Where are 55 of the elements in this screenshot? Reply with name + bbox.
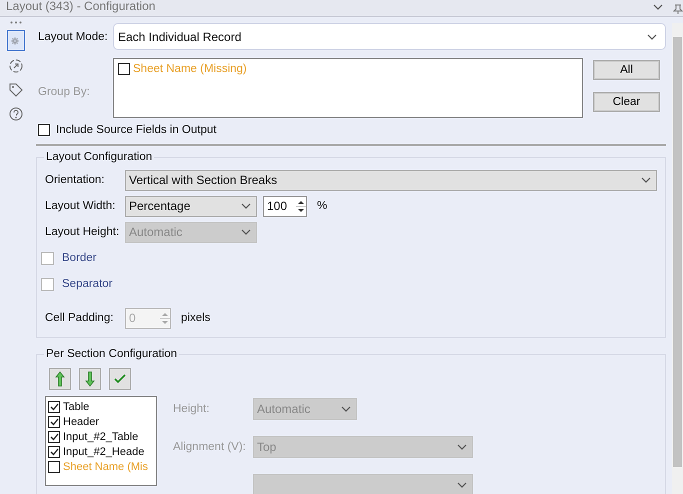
field-label: Layout Mode: [37,30,109,42]
field-label: Group By: [37,86,91,98]
field-label: Layout Height: [45,226,120,238]
checkbox[interactable] [48,430,60,442]
caret-icon [241,229,251,235]
dropdown[interactable]: Percentage [125,196,257,216]
window-title: Layout (343) - Configuration [6,0,156,13]
sidebar-tab[interactable] [7,105,25,123]
number-field[interactable]: 100 [263,196,307,216]
tag-icon [9,83,23,97]
checkbox-label: Border [62,252,97,264]
sidebar-tab[interactable] [7,57,25,75]
check-all-button[interactable] [109,368,131,390]
checkbox-label: Separator [62,278,113,290]
checkmark-icon [114,374,126,384]
more-icon[interactable] [10,21,22,24]
checkbox[interactable] [48,446,60,458]
list-item[interactable]: Table [63,400,90,412]
list-item[interactable]: Input_#2_Heade [63,446,144,458]
field-label: Orientation: [45,174,106,186]
chevron-icon [653,4,663,10]
arrow-up-icon [55,371,65,387]
checkbox[interactable] [48,416,60,428]
sidebar-tab[interactable] [7,81,25,99]
move-up-button[interactable] [49,368,71,390]
layout-mode-dropdown[interactable]: Each Individual Record [113,23,666,50]
checkbox[interactable] [48,460,60,472]
field-label: Cell Padding: [45,312,114,324]
field-label: Alignment (V): [172,441,247,453]
checkbox[interactable] [41,278,54,290]
list-item[interactable]: Input_#2_Table [63,430,138,442]
group-title: Layout Configuration [45,151,154,163]
field-label: Height: [172,403,210,415]
sidebar-tab[interactable] [7,30,25,51]
caret-icon [241,203,251,209]
checkbox[interactable] [38,124,50,136]
pin-icon[interactable] [673,4,683,14]
caret-icon [341,406,351,412]
caret-icon [647,34,657,40]
checkbox[interactable] [41,252,54,264]
unit-label: % [317,200,328,212]
list-item[interactable]: Header [63,416,100,428]
checkbox[interactable] [48,400,60,412]
arrow-circle-icon [9,59,23,73]
caret-icon [457,444,467,450]
arrow-down-icon [85,371,95,387]
unit-label: pixels [181,312,210,324]
dropdown[interactable]: Vertical with Section Breaks [125,170,657,190]
move-down-button[interactable] [79,368,101,390]
checkbox-label: Include Source Fields in Output [56,124,216,136]
help-icon [9,107,23,121]
field-label: Layout Width: [45,200,116,212]
caret-icon [641,177,651,183]
caret-icon [457,482,467,488]
group-title: Per Section Configuration [45,348,178,360]
